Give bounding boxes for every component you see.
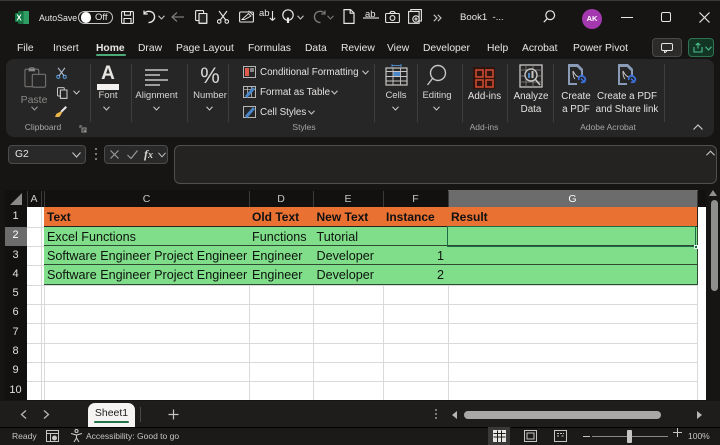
- svg-text:X: X: [16, 14, 22, 23]
